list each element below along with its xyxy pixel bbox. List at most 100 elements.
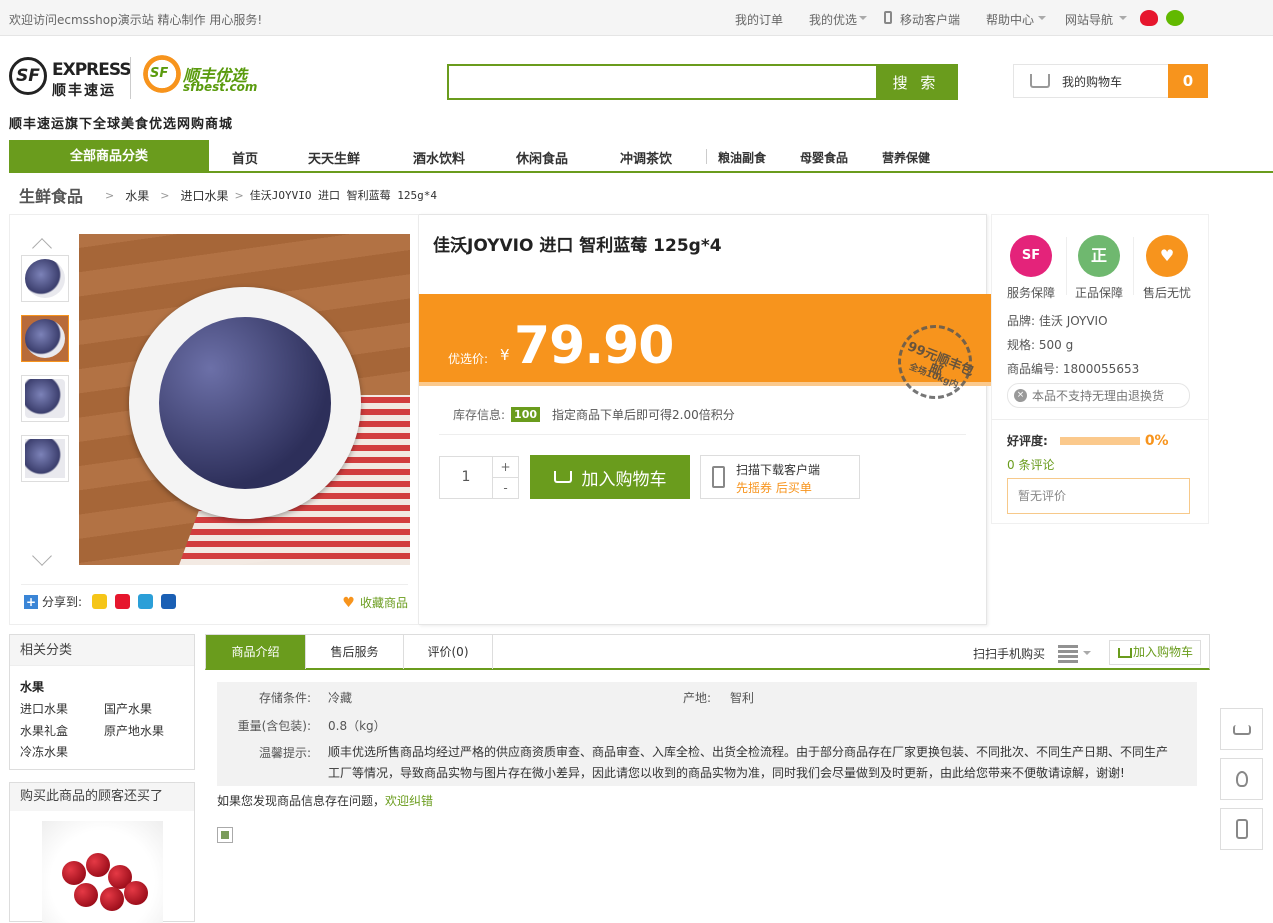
- increase-button[interactable]: +: [493, 457, 518, 478]
- thumbnail-3[interactable]: [21, 375, 69, 422]
- nav-item-home[interactable]: 首页: [232, 148, 258, 167]
- chevron-right-icon: >: [160, 188, 170, 202]
- broken-image-icon: [217, 827, 233, 843]
- sun-logo-icon: SF: [140, 52, 184, 96]
- top-link-mobile[interactable]: 移动客户端: [900, 11, 960, 28]
- sf-badge-icon: SF: [1010, 235, 1052, 277]
- weibo-share-icon[interactable]: [115, 594, 131, 609]
- mobile-phone-icon: [884, 11, 892, 24]
- cherry-product-image[interactable]: [42, 821, 163, 923]
- tab-intro[interactable]: 商品介绍: [206, 635, 306, 669]
- currency-symbol: ¥: [500, 346, 510, 364]
- nav-divider: [706, 149, 707, 164]
- guarantee-after-sale[interactable]: ♥ 售后无忧: [1137, 235, 1197, 301]
- scan-title: 扫描下载客户端: [736, 463, 821, 477]
- spec-size: 规格: 500 g: [1007, 338, 1074, 352]
- quantity-value[interactable]: 1: [440, 457, 492, 498]
- float-mobile-button[interactable]: [1220, 808, 1263, 850]
- qzone-icon[interactable]: [92, 594, 108, 609]
- sf-logo-cn: 顺丰速运: [52, 83, 116, 99]
- header-cart[interactable]: 我的购物车 0: [1013, 64, 1208, 98]
- product-gallery: + 分享到: ♥ 收藏商品: [9, 214, 419, 625]
- heart-icon: ♥: [342, 594, 355, 611]
- quantity-stepper: 1 + -: [439, 456, 519, 499]
- stock-count: 100: [511, 407, 541, 422]
- comment-count[interactable]: 0 条评论: [1007, 456, 1054, 473]
- search-button[interactable]: 搜 索: [876, 66, 956, 98]
- float-footprint-button[interactable]: [1220, 758, 1263, 800]
- stock-label: 库存信息:: [453, 408, 506, 422]
- add-to-cart-button[interactable]: 加入购物车: [530, 455, 690, 499]
- warm-tip: 顺丰优选所售商品均经过严格的供应商资质审查、商品审查、入库全检、出货全检流程。由…: [328, 745, 1169, 780]
- thumbnail-2[interactable]: [21, 315, 69, 362]
- qr-code-icon[interactable]: [1058, 643, 1078, 663]
- related-item[interactable]: 水果礼盒: [20, 722, 68, 739]
- product-main-image[interactable]: [79, 234, 410, 565]
- search-bar: 搜 索: [447, 64, 958, 100]
- nav-item-tea[interactable]: 冲调茶饮: [620, 148, 672, 167]
- scan-download-box[interactable]: 扫描下载客户端 先摇券 后买单: [700, 455, 860, 499]
- thumbnail-1[interactable]: [21, 255, 69, 302]
- tab-after-sale[interactable]: 售后服务: [306, 635, 404, 669]
- wechat-icon[interactable]: [1166, 10, 1184, 26]
- weibo-icon[interactable]: [1140, 10, 1158, 26]
- breadcrumb-category[interactable]: 生鲜食品: [19, 183, 83, 207]
- tab-reviews[interactable]: 评价(0): [404, 635, 493, 669]
- close-circle-icon: ×: [1014, 389, 1027, 402]
- welcome-text: 欢迎访问ecmsshop演示站 精心制作 用心服务!: [9, 13, 263, 27]
- breadcrumb-link-fruit[interactable]: 水果: [125, 187, 149, 204]
- chevron-right-icon: >: [105, 188, 115, 202]
- nav-item-fresh[interactable]: 天天生鲜: [308, 148, 360, 167]
- top-link-my-sfbest[interactable]: 我的优选: [809, 11, 857, 28]
- related-main[interactable]: 水果: [20, 678, 44, 695]
- share-label: 分享到:: [42, 595, 83, 609]
- related-item[interactable]: 进口水果: [20, 700, 68, 717]
- related-item[interactable]: 国产水果: [104, 700, 152, 717]
- top-link-help[interactable]: 帮助中心: [986, 11, 1034, 28]
- genuine-icon: 正: [1078, 235, 1120, 277]
- chevron-down-icon: [1083, 651, 1091, 659]
- points-text: 指定商品下单后即可得2.00倍积分: [552, 408, 735, 422]
- nav-item-snacks[interactable]: 休闲食品: [516, 148, 568, 167]
- renren-icon[interactable]: [161, 594, 177, 609]
- thumbnail-4[interactable]: [21, 435, 69, 482]
- cart-icon: [553, 471, 572, 483]
- stock-info: 库存信息: 100 指定商品下单后即可得2.00倍积分: [453, 406, 735, 423]
- decrease-button[interactable]: -: [493, 478, 518, 498]
- logo-divider: [130, 57, 131, 99]
- also-bought-title: 购买此商品的顾客还买了: [10, 783, 194, 811]
- also-bought: 购买此商品的顾客还买了: [9, 782, 195, 923]
- chevron-down-icon[interactable]: [32, 546, 52, 566]
- nav-item-health[interactable]: 营养保健: [882, 149, 930, 166]
- footprint-icon: [1236, 771, 1248, 787]
- nav-item-baby[interactable]: 母婴食品: [800, 149, 848, 166]
- rating: 好评度: 0%: [1007, 432, 1169, 449]
- top-link-site-nav[interactable]: 网站导航: [1065, 11, 1113, 28]
- related-item[interactable]: 原产地水果: [104, 722, 164, 739]
- guarantee-service[interactable]: SF 服务保障: [1001, 235, 1061, 301]
- share-bar: + 分享到:: [24, 593, 180, 610]
- all-categories-button[interactable]: 全部商品分类: [9, 140, 209, 173]
- sf-logo-express: EXPRESS: [52, 60, 132, 80]
- chevron-right-icon: >: [234, 188, 244, 202]
- report-error-link[interactable]: 欢迎纠错: [385, 794, 433, 808]
- guarantee-genuine[interactable]: 正 正品保障: [1069, 235, 1129, 301]
- float-cart-button[interactable]: [1220, 708, 1263, 750]
- breadcrumb-current: 佳沃JOYVIO 进口 智利蓝莓 125g*4: [249, 189, 438, 202]
- detail-tabs: 商品介绍 售后服务 评价(0) 扫扫手机购买 加入购物车: [205, 634, 1210, 670]
- mobile-phone-icon: [1236, 819, 1248, 839]
- plus-icon[interactable]: +: [24, 594, 38, 609]
- pengyou-icon[interactable]: [138, 594, 154, 609]
- search-input[interactable]: [449, 66, 876, 98]
- nav-item-drinks[interactable]: 酒水饮料: [413, 148, 465, 167]
- cart-icon: [1233, 725, 1251, 735]
- price-label: 优选价:: [448, 352, 489, 366]
- product-attributes: 存储条件: 冷藏 产地: 智利 重量(含包装): 0.8（kg） 温馨提示: 顺…: [217, 682, 1197, 786]
- favorite-button[interactable]: ♥ 收藏商品: [342, 594, 408, 611]
- breadcrumb: 生鲜食品 > 水果 > 进口水果 > 佳沃JOYVIO 进口 智利蓝莓 125g…: [9, 182, 437, 208]
- nav-item-grain[interactable]: 粮油副食: [718, 149, 766, 166]
- top-link-orders[interactable]: 我的订单: [735, 11, 783, 28]
- related-item[interactable]: 冷冻水果: [20, 743, 68, 760]
- breadcrumb-link-imported[interactable]: 进口水果: [180, 187, 228, 204]
- tab-add-cart-button[interactable]: 加入购物车: [1109, 640, 1201, 665]
